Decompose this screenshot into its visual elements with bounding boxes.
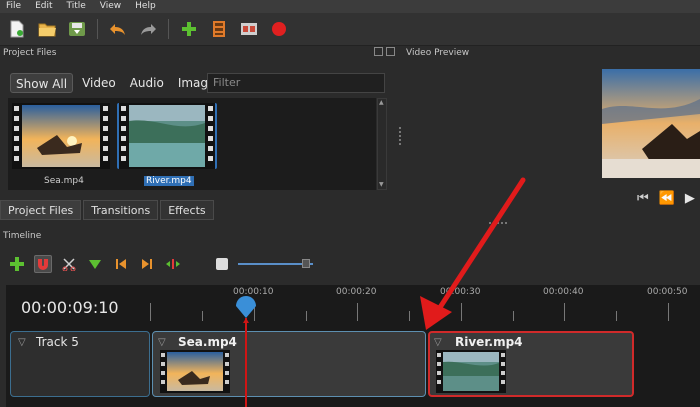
annotation-arrow — [420, 177, 526, 330]
